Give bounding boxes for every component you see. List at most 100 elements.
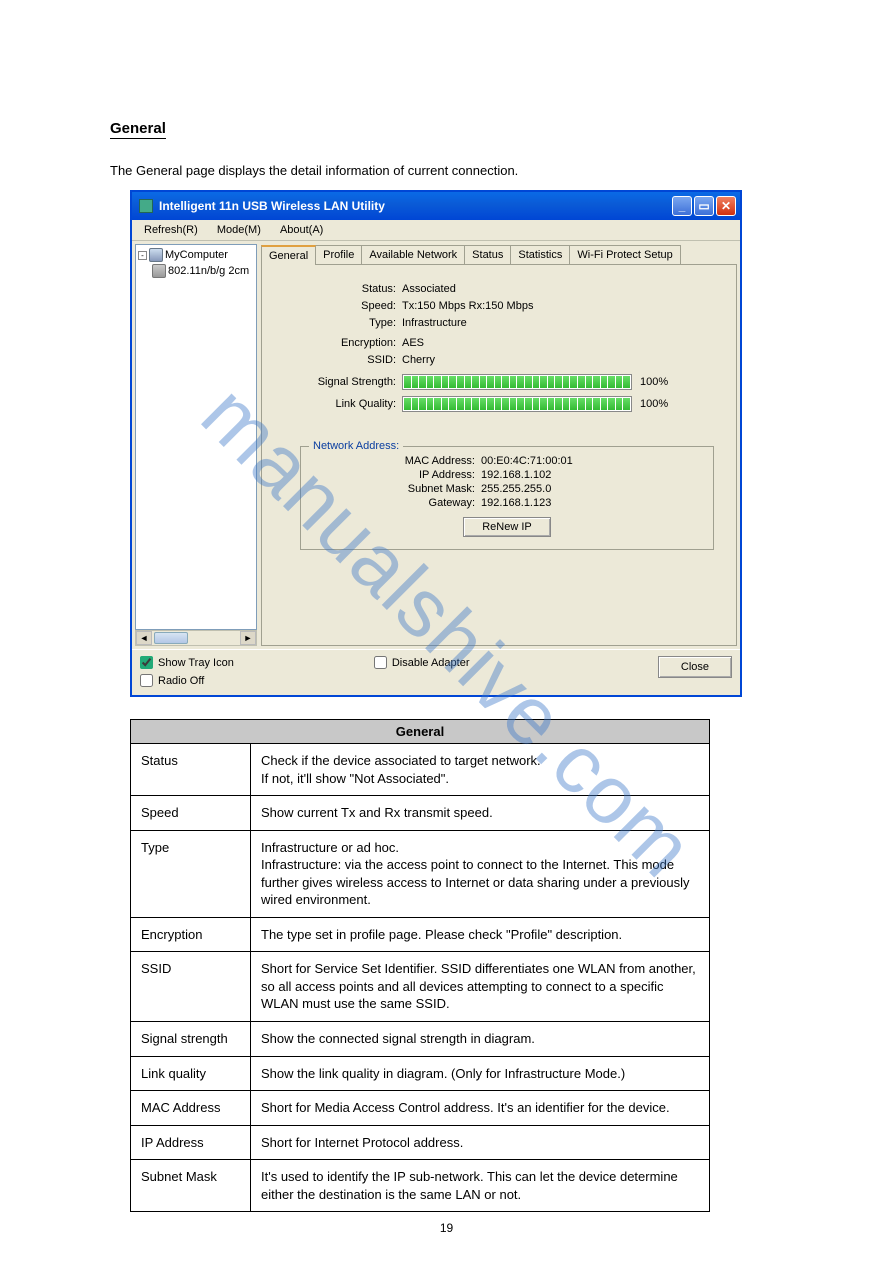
table-cell-key: Encryption: [131, 917, 251, 952]
signal-strength-label: Signal Strength:: [272, 376, 402, 388]
table-cell-value: Check if the device associated to target…: [251, 744, 710, 796]
bottom-bar: Show Tray Icon Radio Off Disable Adapter…: [132, 649, 740, 695]
page-number: 19: [0, 1221, 893, 1235]
page-content: General The General page displays the de…: [0, 0, 893, 1252]
table-cell-key: Signal strength: [131, 1022, 251, 1057]
maximize-icon: ▭: [698, 199, 709, 213]
tab-available-network[interactable]: Available Network: [361, 245, 465, 265]
ip-value: 192.168.1.102: [481, 469, 551, 481]
disable-adapter-checkbox[interactable]: Disable Adapter: [374, 656, 648, 669]
window-title: Intelligent 11n USB Wireless LAN Utility: [159, 199, 672, 213]
table-row: Subnet MaskIt's used to identify the IP …: [131, 1160, 710, 1212]
encryption-value: AES: [402, 337, 424, 349]
minimize-button[interactable]: _: [672, 196, 692, 216]
tab-profile[interactable]: Profile: [315, 245, 362, 265]
type-value: Infrastructure: [402, 317, 467, 329]
tab-status[interactable]: Status: [464, 245, 511, 265]
disable-adapter-input[interactable]: [374, 656, 387, 669]
device-tree[interactable]: - MyComputer 802.11n/b/g 2cm: [135, 244, 257, 630]
table-row: Link qualityShow the link quality in dia…: [131, 1056, 710, 1091]
show-tray-checkbox[interactable]: Show Tray Icon: [140, 656, 234, 669]
table-cell-value: Show current Tx and Rx transmit speed.: [251, 796, 710, 831]
table-cell-value: Short for Media Access Control address. …: [251, 1091, 710, 1126]
table-row: EncryptionThe type set in profile page. …: [131, 917, 710, 952]
table-cell-key: Status: [131, 744, 251, 796]
tabstrip: General Profile Available Network Status…: [261, 244, 737, 264]
doc-table-header: General: [131, 720, 710, 744]
subnet-value: 255.255.255.0: [481, 483, 551, 495]
section-heading: General: [110, 120, 166, 139]
ip-label: IP Address:: [311, 469, 481, 481]
table-row: IP AddressShort for Internet Protocol ad…: [131, 1125, 710, 1160]
speed-label: Speed:: [272, 300, 402, 312]
menu-refresh[interactable]: Refresh(R): [136, 222, 206, 238]
titlebar[interactable]: Intelligent 11n USB Wireless LAN Utility…: [132, 192, 740, 220]
table-cell-value: Show the connected signal strength in di…: [251, 1022, 710, 1057]
tab-general[interactable]: General: [261, 245, 316, 265]
radio-off-input[interactable]: [140, 674, 153, 687]
ssid-value: Cherry: [402, 354, 435, 366]
show-tray-input[interactable]: [140, 656, 153, 669]
radio-off-checkbox[interactable]: Radio Off: [140, 674, 234, 687]
network-address-legend: Network Address:: [309, 440, 403, 452]
encryption-label: Encryption:: [272, 337, 402, 349]
mac-value: 00:E0:4C:71:00:01: [481, 455, 573, 467]
type-label: Type:: [272, 317, 402, 329]
gateway-label: Gateway:: [311, 497, 481, 509]
network-address-group: Network Address: MAC Address:00:E0:4C:71…: [300, 446, 714, 550]
table-cell-key: SSID: [131, 952, 251, 1022]
menu-mode[interactable]: Mode(M): [209, 222, 269, 238]
link-quality-label: Link Quality:: [272, 398, 402, 410]
menubar: Refresh(R) Mode(M) About(A): [132, 220, 740, 241]
table-row: SpeedShow current Tx and Rx transmit spe…: [131, 796, 710, 831]
tree-root-label[interactable]: MyComputer: [165, 249, 228, 261]
app-window: Intelligent 11n USB Wireless LAN Utility…: [130, 190, 742, 697]
table-cell-value: Short for Internet Protocol address.: [251, 1125, 710, 1160]
table-cell-value: The type set in profile page. Please che…: [251, 917, 710, 952]
close-button[interactable]: Close: [658, 656, 732, 678]
scroll-left-button[interactable]: ◄: [136, 631, 152, 645]
doc-table: General StatusCheck if the device associ…: [130, 719, 710, 1212]
table-cell-value: Infrastructure or ad hoc.Infrastructure:…: [251, 830, 710, 917]
app-icon: [139, 199, 153, 213]
table-cell-key: MAC Address: [131, 1091, 251, 1126]
tab-content-general: Status:Associated Speed:Tx:150 Mbps Rx:1…: [261, 264, 737, 646]
status-value: Associated: [402, 283, 456, 295]
scroll-right-button[interactable]: ►: [240, 631, 256, 645]
close-window-button[interactable]: ✕: [716, 196, 736, 216]
tab-wps[interactable]: Wi-Fi Protect Setup: [569, 245, 680, 265]
renew-ip-button[interactable]: ReNew IP: [463, 517, 551, 537]
computer-icon: [149, 248, 163, 262]
menu-about[interactable]: About(A): [272, 222, 331, 238]
table-cell-value: It's used to identify the IP sub-network…: [251, 1160, 710, 1212]
table-cell-key: IP Address: [131, 1125, 251, 1160]
tree-adapter-label[interactable]: 802.11n/b/g 2cm: [168, 265, 249, 277]
table-row: StatusCheck if the device associated to …: [131, 744, 710, 796]
link-quality-bar: [402, 396, 632, 412]
section-intro: The General page displays the detail inf…: [110, 163, 813, 178]
tab-statistics[interactable]: Statistics: [510, 245, 570, 265]
table-cell-key: Speed: [131, 796, 251, 831]
subnet-label: Subnet Mask:: [311, 483, 481, 495]
speed-value: Tx:150 Mbps Rx:150 Mbps: [402, 300, 533, 312]
table-cell-key: Type: [131, 830, 251, 917]
tree-scrollbar[interactable]: ◄ ►: [135, 630, 257, 646]
table-cell-key: Subnet Mask: [131, 1160, 251, 1212]
gateway-value: 192.168.1.123: [481, 497, 551, 509]
maximize-button[interactable]: ▭: [694, 196, 714, 216]
signal-strength-bar: [402, 374, 632, 390]
show-tray-label: Show Tray Icon: [158, 657, 234, 669]
radio-off-label: Radio Off: [158, 675, 204, 687]
disable-adapter-label: Disable Adapter: [392, 657, 470, 669]
table-cell-value: Short for Service Set Identifier. SSID d…: [251, 952, 710, 1022]
mac-label: MAC Address:: [311, 455, 481, 467]
link-quality-percent: 100%: [640, 398, 668, 410]
signal-strength-percent: 100%: [640, 376, 668, 388]
table-cell-key: Link quality: [131, 1056, 251, 1091]
table-cell-value: Show the link quality in diagram. (Only …: [251, 1056, 710, 1091]
table-row: MAC AddressShort for Media Access Contro…: [131, 1091, 710, 1126]
scroll-thumb[interactable]: [154, 632, 188, 644]
ssid-label: SSID:: [272, 354, 402, 366]
status-label: Status:: [272, 283, 402, 295]
tree-toggle-icon[interactable]: -: [138, 251, 147, 260]
